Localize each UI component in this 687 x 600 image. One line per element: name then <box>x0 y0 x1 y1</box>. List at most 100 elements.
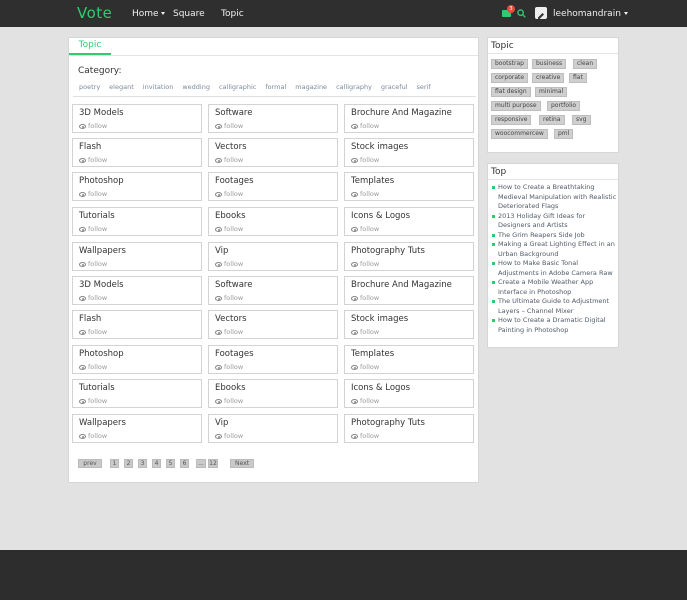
category-card-title[interactable]: Flash <box>79 142 101 152</box>
site-logo[interactable]: Vote <box>77 4 112 22</box>
user-menu[interactable]: leehomandrain <box>553 9 628 19</box>
pagination-page-button[interactable]: 1 <box>110 459 119 468</box>
category-card[interactable]: Stock images follow <box>344 310 474 339</box>
topic-tag[interactable]: bootstrap <box>491 59 528 69</box>
category-card[interactable]: Brochure And Magazine follow <box>344 276 474 305</box>
category-tag[interactable]: calligraphic <box>219 83 256 91</box>
nav-topic[interactable]: Topic <box>221 9 244 19</box>
category-card-title[interactable]: Icons & Logos <box>351 211 410 221</box>
category-card-title[interactable]: Tutorials <box>79 211 115 221</box>
category-card-title[interactable]: Stock images <box>351 314 408 324</box>
follow-link[interactable]: follow <box>79 122 107 130</box>
category-card[interactable]: Software follow <box>208 276 338 305</box>
category-card[interactable]: Vectors follow <box>208 310 338 339</box>
follow-link[interactable]: follow <box>215 122 243 130</box>
pagination-page-button[interactable]: 3 <box>138 459 147 468</box>
category-card-title[interactable]: Wallpapers <box>79 418 126 428</box>
category-card[interactable]: 3D Models follow <box>72 276 202 305</box>
follow-link[interactable]: follow <box>215 156 243 164</box>
pagination-page-button[interactable]: 6 <box>180 459 189 468</box>
topic-tag[interactable]: responsive <box>491 115 532 125</box>
top-article-link[interactable]: The Grim Reapers Side Job <box>492 231 618 241</box>
follow-link[interactable]: follow <box>215 432 243 440</box>
category-card-title[interactable]: Vip <box>215 418 228 428</box>
follow-link[interactable]: follow <box>215 260 243 268</box>
category-card[interactable]: 3D Models follow <box>72 104 202 133</box>
category-card-title[interactable]: Software <box>215 108 252 118</box>
edit-icon[interactable] <box>535 7 547 19</box>
topic-tag[interactable]: clean <box>573 59 598 69</box>
follow-link[interactable]: follow <box>351 156 379 164</box>
nav-square[interactable]: Square <box>173 9 205 19</box>
category-card-title[interactable]: Brochure And Magazine <box>351 108 452 118</box>
follow-link[interactable]: follow <box>79 156 107 164</box>
category-tag[interactable]: formal <box>265 83 286 91</box>
follow-link[interactable]: follow <box>215 190 243 198</box>
category-tag[interactable]: calligraphy <box>336 83 372 91</box>
category-card[interactable]: Footages follow <box>208 345 338 374</box>
category-card-title[interactable]: Footages <box>215 176 254 186</box>
topic-tag[interactable]: minimal <box>535 87 568 97</box>
category-card[interactable]: Templates follow <box>344 172 474 201</box>
category-card-title[interactable]: Tutorials <box>79 383 115 393</box>
category-tag[interactable]: serif <box>417 83 431 91</box>
category-card-title[interactable]: Photoshop <box>79 176 124 186</box>
category-card-title[interactable]: Templates <box>351 176 394 186</box>
follow-link[interactable]: follow <box>79 397 107 405</box>
category-card[interactable]: Photography Tuts follow <box>344 414 474 443</box>
category-tag[interactable]: graceful <box>381 83 408 91</box>
pagination-page-button[interactable]: 2 <box>124 459 133 468</box>
category-card[interactable]: Tutorials follow <box>72 379 202 408</box>
follow-link[interactable]: follow <box>351 363 379 371</box>
category-card-title[interactable]: Flash <box>79 314 101 324</box>
category-card-title[interactable]: Ebooks <box>215 211 246 221</box>
follow-link[interactable]: follow <box>351 328 379 336</box>
follow-link[interactable]: follow <box>351 432 379 440</box>
category-card-title[interactable]: Photography Tuts <box>351 418 425 428</box>
follow-link[interactable]: follow <box>351 225 379 233</box>
category-card[interactable]: Vip follow <box>208 242 338 271</box>
follow-link[interactable]: follow <box>215 397 243 405</box>
top-article-link[interactable]: 2013 Holiday Gift Ideas for Designers an… <box>492 212 618 231</box>
follow-link[interactable]: follow <box>351 397 379 405</box>
pagination-page-button[interactable]: 4 <box>152 459 161 468</box>
category-card[interactable]: Stock images follow <box>344 138 474 167</box>
category-card-title[interactable]: Icons & Logos <box>351 383 410 393</box>
follow-link[interactable]: follow <box>215 294 243 302</box>
category-card-title[interactable]: Photoshop <box>79 349 124 359</box>
category-card[interactable]: Photography Tuts follow <box>344 242 474 271</box>
category-tag[interactable]: invitation <box>143 83 174 91</box>
topic-tag[interactable]: retina <box>539 115 565 125</box>
category-card[interactable]: Vectors follow <box>208 138 338 167</box>
follow-link[interactable]: follow <box>79 225 107 233</box>
top-article-link[interactable]: How to Make Basic Tonal Adjustments in A… <box>492 259 618 278</box>
top-article-link[interactable]: How to Create a Dramatic Digital Paintin… <box>492 316 618 335</box>
follow-link[interactable]: follow <box>215 363 243 371</box>
topic-tag[interactable]: woocommercew <box>491 129 548 139</box>
follow-link[interactable]: follow <box>79 432 107 440</box>
pagination-page-button[interactable]: 12 <box>208 459 218 468</box>
follow-link[interactable]: follow <box>351 190 379 198</box>
follow-link[interactable]: follow <box>79 328 107 336</box>
category-card-title[interactable]: Stock images <box>351 142 408 152</box>
category-tag[interactable]: magazine <box>295 83 327 91</box>
follow-link[interactable]: follow <box>351 260 379 268</box>
top-article-link[interactable]: Making a Great Lighting Effect in an Urb… <box>492 240 618 259</box>
topic-tag[interactable]: svg <box>572 115 591 125</box>
category-card[interactable]: Brochure And Magazine follow <box>344 104 474 133</box>
category-card-title[interactable]: Vectors <box>215 142 247 152</box>
category-card-title[interactable]: Ebooks <box>215 383 246 393</box>
category-card-title[interactable]: Footages <box>215 349 254 359</box>
category-card-title[interactable]: Photography Tuts <box>351 246 425 256</box>
category-card[interactable]: Templates follow <box>344 345 474 374</box>
category-card[interactable]: Flash follow <box>72 310 202 339</box>
category-card-title[interactable]: 3D Models <box>79 108 124 118</box>
follow-link[interactable]: follow <box>215 225 243 233</box>
follow-link[interactable]: follow <box>215 328 243 336</box>
category-card-title[interactable]: 3D Models <box>79 280 124 290</box>
top-article-link[interactable]: Create a Mobile Weather App Interface in… <box>492 278 618 297</box>
topic-tag[interactable]: creative <box>532 73 565 83</box>
category-card[interactable]: Ebooks follow <box>208 379 338 408</box>
follow-link[interactable]: follow <box>79 294 107 302</box>
follow-link[interactable]: follow <box>351 294 379 302</box>
